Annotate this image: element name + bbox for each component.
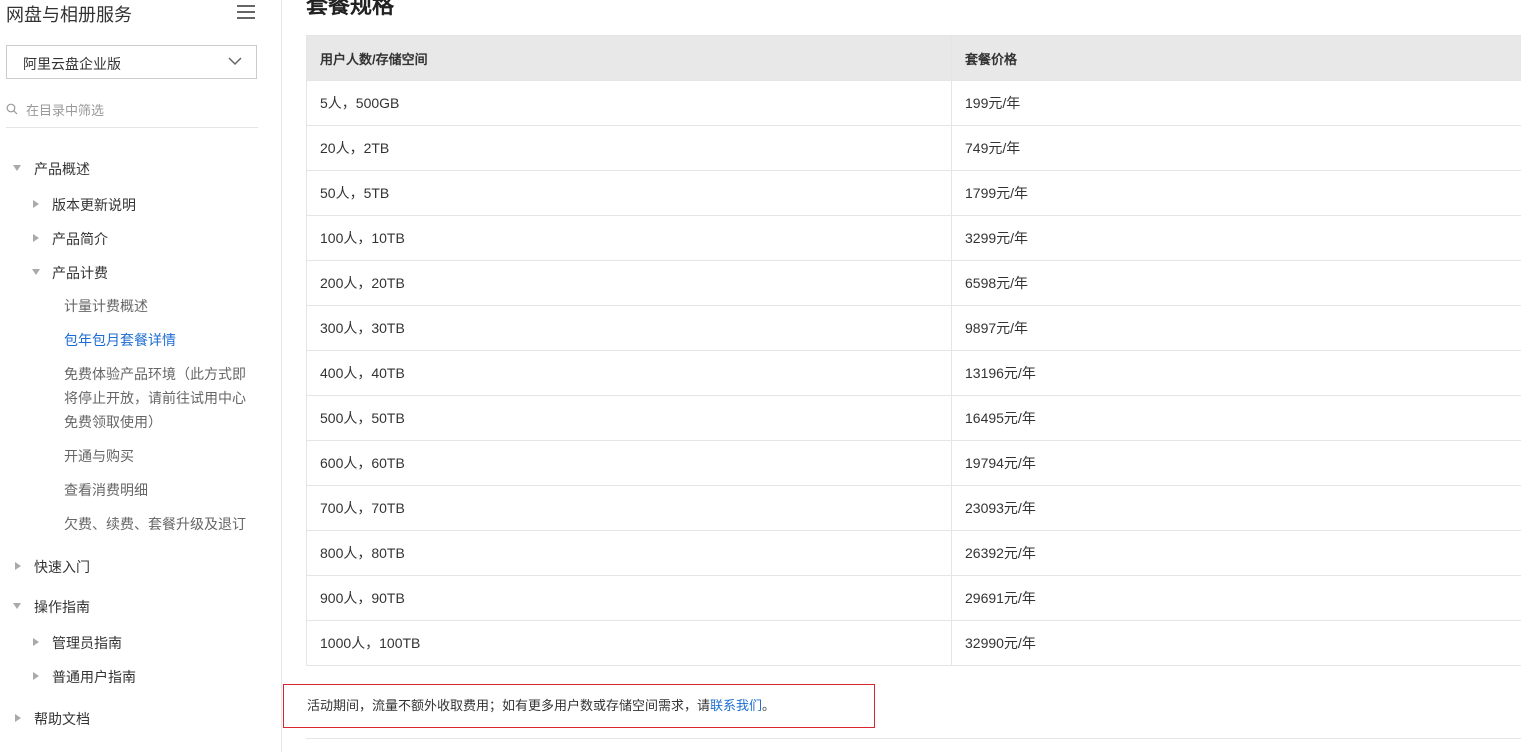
contact-us-link[interactable]: 联系我们 (710, 698, 762, 713)
nav-quick-start-label: 快速入门 (34, 559, 90, 575)
column-header: 用户人数/存储空间 (306, 35, 952, 81)
caret-right-icon (15, 562, 21, 570)
table-cell: 16495元/年 (951, 395, 1521, 441)
nav-admin-guide-label: 管理员指南 (52, 635, 122, 651)
sidebar: 网盘与相册服务 阿里云盘企业版 产品概述 版本更新说明 产品简介 产品计费 计量… (0, 0, 282, 752)
table-cell: 500人，50TB (306, 395, 952, 441)
table-cell: 749元/年 (951, 125, 1521, 171)
table-cell: 20人，2TB (306, 125, 952, 171)
table-cell: 1799元/年 (951, 170, 1521, 216)
promo-note-text: 活动期间，流量不额外收取费用；如有更多用户数或存储空间需求，请联系我们。 (307, 695, 775, 714)
promo-note: 活动期间，流量不额外收取费用；如有更多用户数或存储空间需求，请联系我们。 (283, 684, 875, 728)
table-row: 400人，40TB 13196元/年 (306, 350, 1521, 396)
nav-intro-label: 产品简介 (52, 231, 108, 247)
table-cell: 1000人，100TB (306, 620, 952, 666)
table-cell: 9897元/年 (951, 305, 1521, 351)
table-cell: 6598元/年 (951, 260, 1521, 306)
table-cell: 29691元/年 (951, 575, 1521, 621)
promo-note-body: 活动期间，流量不额外收取费用；如有更多用户数或存储空间需求，请 (307, 698, 711, 713)
nav-quick-start[interactable]: 快速入门 (15, 557, 90, 577)
product-select[interactable]: 阿里云盘企业版 (6, 45, 257, 79)
caret-right-icon (33, 638, 39, 646)
nav-guide-label: 操作指南 (34, 599, 90, 615)
column-header: 套餐价格 (951, 35, 1521, 81)
table-row: 20人，2TB 749元/年 (306, 125, 1521, 171)
table-row: 800人，80TB 26392元/年 (306, 530, 1521, 576)
table-row: 300人，30TB 9897元/年 (306, 305, 1521, 351)
directory-filter (6, 97, 258, 128)
nav-release-notes[interactable]: 版本更新说明 (33, 195, 136, 215)
table-cell: 32990元/年 (951, 620, 1521, 666)
table-row: 200人，20TB 6598元/年 (306, 260, 1521, 306)
sidebar-title: 网盘与相册服务 (6, 5, 132, 25)
nav-subscription-details[interactable]: 包年包月套餐详情 (64, 328, 254, 352)
table-cell: 3299元/年 (951, 215, 1521, 261)
table-header-row: 用户人数/存储空间 套餐价格 (306, 35, 1521, 81)
nav-help-docs[interactable]: 帮助文档 (15, 709, 90, 729)
hamburger-menu-icon[interactable] (237, 5, 255, 21)
table-row: 50人，5TB 1799元/年 (306, 170, 1521, 216)
table-cell: 5人，500GB (306, 80, 952, 126)
chevron-down-icon (228, 57, 242, 66)
table-row: 5人，500GB 199元/年 (306, 80, 1521, 126)
nav-help-docs-label: 帮助文档 (34, 711, 90, 727)
table-row: 500人，50TB 16495元/年 (306, 395, 1521, 441)
search-icon (6, 103, 18, 115)
table-row: 100人，10TB 3299元/年 (306, 215, 1521, 261)
nav-consumption[interactable]: 查看消费明细 (64, 478, 254, 502)
filter-input[interactable] (26, 100, 246, 120)
table-cell: 199元/年 (951, 80, 1521, 126)
table-row: 1000人，100TB 32990元/年 (306, 620, 1521, 666)
caret-down-icon (32, 269, 40, 275)
product-select-value: 阿里云盘企业版 (23, 56, 121, 72)
nav-arrears[interactable]: 欠费、续费、套餐升级及退订 (64, 512, 264, 536)
table-cell: 600人，60TB (306, 440, 952, 486)
nav-billing-overview[interactable]: 计量计费概述 (64, 294, 254, 318)
nav-activate[interactable]: 开通与购买 (64, 444, 254, 468)
table-cell: 200人，20TB (306, 260, 952, 306)
table-row: 900人，90TB 29691元/年 (306, 575, 1521, 621)
nav-billing-label: 产品计费 (52, 265, 108, 281)
table-cell: 19794元/年 (951, 440, 1521, 486)
caret-right-icon (33, 672, 39, 680)
caret-down-icon (13, 603, 21, 609)
table-cell: 300人，30TB (306, 305, 952, 351)
page-title: 套餐规格 (306, 0, 395, 18)
nav-overview[interactable]: 产品概述 (13, 159, 90, 179)
promo-note-suffix: 。 (762, 698, 776, 713)
nav-release-notes-label: 版本更新说明 (52, 197, 136, 213)
table-cell: 400人，40TB (306, 350, 952, 396)
table-cell: 900人，90TB (306, 575, 952, 621)
spec-table: 用户人数/存储空间 套餐价格 5人，500GB 199元/年 20人，2TB 749… (306, 35, 1521, 666)
table-row: 700人，70TB 23093元/年 (306, 485, 1521, 531)
table-row: 600人，60TB 19794元/年 (306, 440, 1521, 486)
nav-billing[interactable]: 产品计费 (32, 263, 108, 283)
table-cell: 50人，5TB (306, 170, 952, 216)
nav-overview-label: 产品概述 (34, 161, 90, 177)
caret-right-icon (15, 714, 21, 722)
table-cell: 13196元/年 (951, 350, 1521, 396)
caret-down-icon (13, 165, 21, 171)
nav-admin-guide[interactable]: 管理员指南 (33, 633, 122, 653)
nav-free-trial[interactable]: 免费体验产品环境（此方式即将停止开放，请前往试用中心免费领取使用） (64, 362, 246, 434)
table-cell: 23093元/年 (951, 485, 1521, 531)
main-content: 套餐规格 用户人数/存储空间 套餐价格 5人，500GB 199元/年 20人，2… (283, 0, 1521, 752)
nav-user-guide-label: 普通用户指南 (52, 669, 136, 685)
nav-guide[interactable]: 操作指南 (13, 597, 90, 617)
table-cell: 800人，80TB (306, 530, 952, 576)
caret-right-icon (33, 200, 39, 208)
table-cell: 26392元/年 (951, 530, 1521, 576)
nav-intro[interactable]: 产品简介 (33, 229, 108, 249)
table-cell: 100人，10TB (306, 215, 952, 261)
table-cell: 700人，70TB (306, 485, 952, 531)
caret-right-icon (33, 234, 39, 242)
divider (306, 738, 1521, 739)
nav-user-guide[interactable]: 普通用户指南 (33, 667, 136, 687)
